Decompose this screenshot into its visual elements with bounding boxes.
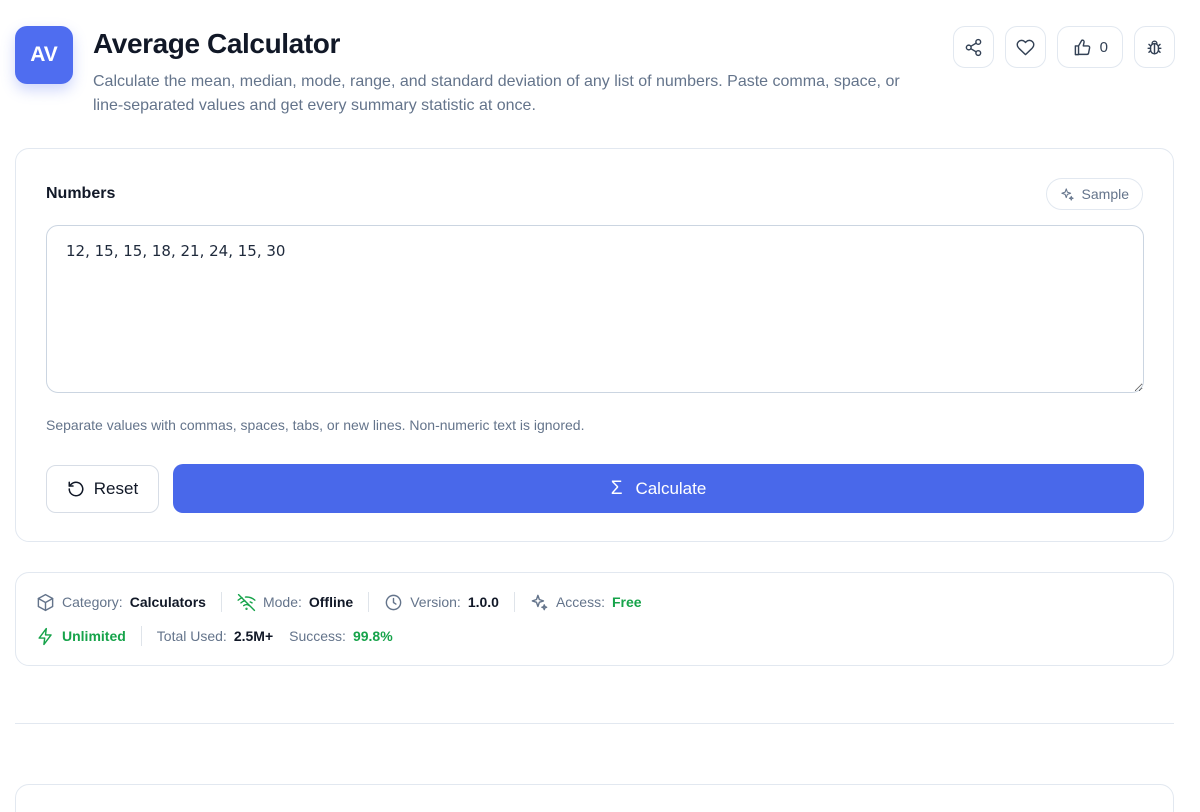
category-label: Category:	[62, 594, 123, 610]
app-logo: AV	[15, 26, 73, 84]
success-value: 99.8%	[352, 628, 393, 644]
success-label: Success:	[289, 628, 346, 644]
share-icon	[965, 38, 981, 56]
access-value: Free	[611, 594, 642, 610]
reset-icon	[68, 481, 84, 497]
meta-separator	[220, 592, 222, 612]
meta-unlimited: Unlimited	[36, 627, 126, 646]
clock-icon	[385, 594, 402, 610]
calculate-button[interactable]: Σ Calculate	[173, 464, 1144, 513]
like-button[interactable]: 0	[1056, 26, 1123, 68]
meta-row-details: Category: Calculators Mode: Offline Vers…	[36, 592, 642, 612]
results-card	[15, 784, 1174, 812]
header-actions: 0	[952, 26, 1175, 68]
category-value: Calculators	[129, 594, 206, 610]
reset-label: Reset	[93, 479, 139, 498]
meta-separator	[140, 626, 142, 646]
sigma-icon: Σ	[610, 477, 623, 499]
sparkles-icon	[531, 594, 548, 610]
share-button[interactable]	[952, 26, 994, 68]
version-value: 1.0.0	[467, 594, 499, 610]
meta-row-stats: Unlimited Total Used: 2.5M+ Success: 99.…	[36, 626, 393, 646]
reset-button[interactable]: Reset	[46, 465, 159, 513]
numbers-textarea[interactable]	[46, 225, 1144, 393]
meta-separator	[513, 592, 515, 612]
total-used-value: 2.5M+	[233, 628, 274, 644]
sparkle-icon	[1060, 187, 1074, 201]
page-description: Calculate the mean, median, mode, range,…	[93, 73, 900, 114]
heart-icon	[1016, 39, 1035, 55]
input-hint: Separate values with commas, spaces, tab…	[46, 417, 585, 433]
like-count: 0	[1099, 38, 1108, 56]
cube-icon	[37, 593, 54, 611]
meta-separator	[368, 592, 370, 612]
calculator-card: Numbers Sample Separate values with comm…	[15, 148, 1174, 542]
page-title: Average Calculator	[93, 28, 340, 59]
meta-total-used: Total Used: 2.5M+	[157, 628, 273, 644]
numbers-label: Numbers	[46, 185, 116, 202]
section-divider	[15, 723, 1174, 724]
access-label: Access:	[555, 594, 605, 610]
thumbs-up-icon	[1074, 38, 1090, 55]
meta-category: Category: Calculators	[36, 593, 206, 612]
page-header: AV Average Calculator Calculate the mean…	[15, 26, 1175, 126]
version-label: Version:	[410, 594, 461, 610]
wifi-off-icon	[237, 593, 256, 611]
meta-version: Version: 1.0.0	[384, 593, 499, 612]
meta-success: Success: 99.8%	[289, 628, 393, 644]
tool-meta-card: Category: Calculators Mode: Offline Vers…	[15, 572, 1174, 666]
mode-label: Mode:	[262, 594, 302, 610]
calculate-label: Calculate	[635, 478, 707, 498]
mode-value: Offline	[308, 594, 354, 610]
sample-label: Sample	[1081, 186, 1129, 202]
total-used-label: Total Used:	[156, 628, 227, 644]
sample-button[interactable]: Sample	[1045, 178, 1143, 210]
lightning-icon	[38, 627, 52, 645]
meta-access: Access: Free	[530, 593, 642, 612]
report-bug-button[interactable]	[1134, 26, 1175, 68]
meta-mode: Mode: Offline	[237, 593, 353, 612]
bug-icon	[1147, 39, 1162, 55]
unlimited-label: Unlimited	[62, 628, 126, 644]
favorite-button[interactable]	[1004, 26, 1046, 68]
